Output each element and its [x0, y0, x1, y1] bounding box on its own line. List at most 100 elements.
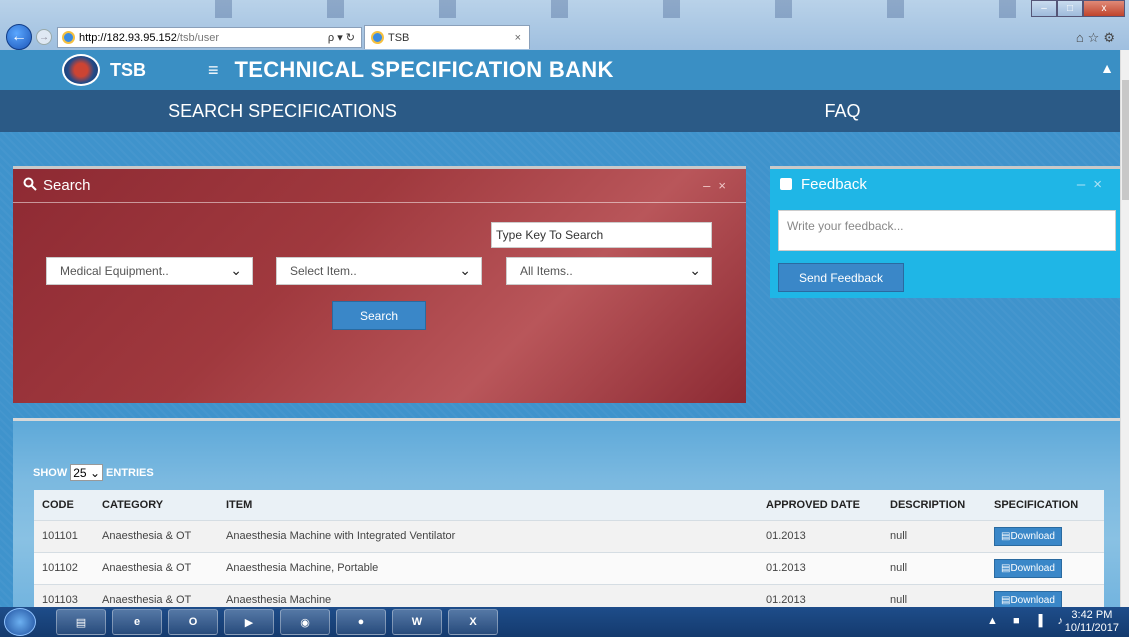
item-select[interactable]: Select Item.. ⌄ [276, 257, 482, 285]
emblem-logo [62, 54, 100, 86]
close-window-button[interactable]: x [1083, 0, 1125, 17]
page-body: Search –× Type Key To Search Medical Equ… [0, 132, 1125, 618]
chevron-down-icon: ⌄ [230, 262, 242, 278]
col-category[interactable]: CATEGORY [94, 490, 218, 520]
category-select-value: Medical Equipment.. [60, 264, 169, 278]
category-select[interactable]: Medical Equipment.. ⌄ [46, 257, 253, 285]
feedback-title: Feedback [801, 175, 867, 193]
page-length-select[interactable]: 25 ⌄ [70, 464, 103, 481]
hamburger-menu-icon[interactable]: ≡ [208, 60, 219, 81]
chevron-down-icon: ⌄ [89, 465, 100, 480]
page-title: TECHNICAL SPECIFICATION BANK [234, 57, 614, 82]
specifications-table: CODE CATEGORY ITEM APPROVED DATE DESCRIP… [34, 490, 1104, 616]
cell-code: 101102 [34, 551, 94, 584]
cell-category: Anaesthesia & OT [94, 519, 218, 552]
main-nav: SEARCH SPECIFICATIONS FAQ [0, 90, 1120, 132]
clock-time: 3:42 PM [1071, 609, 1113, 621]
forward-arrow-icon: → [39, 31, 49, 43]
minimize-button[interactable]: – [1031, 0, 1057, 17]
brand-name[interactable]: TSB [110, 60, 146, 81]
clock-date: 10/11/2017 [1064, 622, 1119, 634]
word-taskbar-button[interactable]: W [392, 609, 442, 635]
items-filter-select[interactable]: All Items.. ⌄ [506, 257, 712, 285]
col-code[interactable]: CODE [34, 490, 94, 520]
cell-category: Anaesthesia & OT [94, 551, 218, 584]
address-tools-icon[interactable]: ρ ▾ ↻ [328, 31, 355, 44]
feedback-textarea[interactable]: Write your feedback... [778, 210, 1116, 251]
feedback-panel-header: Feedback –× [770, 169, 1120, 199]
browser-tab[interactable]: TSB × [364, 25, 530, 49]
chrome-icon: ◉ [300, 616, 310, 629]
table-row: 101102 Anaesthesia & OT Anaesthesia Mach… [34, 551, 1104, 584]
keyword-search-input[interactable]: Type Key To Search [491, 222, 712, 248]
feedback-panel: Feedback –× Write your feedback... Send … [770, 166, 1120, 298]
download-button[interactable]: ▤Download [994, 558, 1062, 578]
word-icon: W [411, 616, 423, 628]
send-feedback-button[interactable]: Send Feedback [778, 263, 904, 292]
home-favorites-settings-icons[interactable]: ⌂☆⚙ [1076, 30, 1119, 46]
col-description[interactable]: DESCRIPTION [882, 490, 986, 520]
explorer-taskbar-button[interactable]: ▤ [56, 609, 106, 635]
cell-approved-date: 01.2013 [758, 519, 882, 552]
page-length-control: SHOW 25 ⌄ ENTRIES [33, 464, 154, 481]
col-item[interactable]: ITEM [218, 490, 758, 520]
search-panel-title: Search [43, 177, 91, 194]
ie-icon: e [133, 616, 141, 628]
forward-button[interactable]: → [36, 29, 52, 45]
scrollbar-thumb[interactable] [1122, 80, 1129, 200]
ie-icon [62, 31, 75, 44]
url-host: http://182.93.95.152 [79, 31, 177, 44]
excel-taskbar-button[interactable]: X [448, 609, 498, 635]
back-arrow-icon: ← [11, 28, 27, 45]
back-button[interactable]: ← [6, 24, 32, 50]
firefox-taskbar-button[interactable]: ● [336, 609, 386, 635]
browser-chrome: ← → http://182.93.95.152 /tsb/user ρ ▾ ↻… [0, 0, 1129, 50]
col-approved-date[interactable]: APPROVED DATE [758, 490, 882, 520]
excel-icon: X [469, 616, 477, 628]
items-filter-value: All Items.. [520, 264, 573, 278]
address-bar[interactable]: http://182.93.95.152 /tsb/user ρ ▾ ↻ [57, 27, 362, 48]
nav-faq[interactable]: FAQ [565, 90, 1120, 132]
media-taskbar-button[interactable]: ▶ [224, 609, 274, 635]
ie-icon [371, 31, 384, 44]
col-specification[interactable]: SPECIFICATION [986, 490, 1104, 520]
chevron-down-icon: ⌄ [459, 262, 471, 278]
search-panel: Search –× Type Key To Search Medical Equ… [13, 166, 746, 403]
chrome-taskbar-button[interactable]: ◉ [280, 609, 330, 635]
folder-icon: ▤ [75, 616, 87, 629]
cell-item: Anaesthesia Machine, Portable [218, 551, 758, 584]
user-icon[interactable]: ▲ [1100, 60, 1114, 76]
chevron-down-icon: ⌄ [689, 262, 701, 278]
table-header-row: CODE CATEGORY ITEM APPROVED DATE DESCRIP… [34, 490, 1104, 520]
firefox-icon: ● [357, 616, 365, 628]
entries-label: ENTRIES [106, 466, 154, 479]
cell-specification: ▤Download [986, 551, 1104, 584]
edit-icon [780, 178, 792, 190]
close-tab-icon[interactable]: × [515, 32, 521, 44]
windows-taskbar: ▤ e O ▶ ◉ ● W X ▲ ■ ▐ ♪ 3:42 PM 10/11/20… [0, 607, 1129, 637]
cell-description: null [882, 551, 986, 584]
taskbar-clock[interactable]: 3:42 PM 10/11/2017 [1065, 609, 1119, 635]
panel-controls-icon[interactable]: –× [703, 178, 734, 193]
cell-code: 101101 [34, 519, 94, 552]
item-select-value: Select Item.. [290, 264, 357, 278]
search-icon [23, 177, 37, 195]
app-header: TSB ≡ TECHNICAL SPECIFICATION BANK ▲ [0, 50, 1120, 90]
cell-approved-date: 01.2013 [758, 551, 882, 584]
system-tray-icons[interactable]: ▲ ■ ▐ ♪ [987, 615, 1069, 627]
nav-search-specifications[interactable]: SEARCH SPECIFICATIONS [0, 90, 565, 132]
cell-item: Anaesthesia Machine with Integrated Vent… [218, 519, 758, 552]
search-panel-header: Search –× [13, 169, 746, 203]
page-scrollbar[interactable] [1120, 50, 1129, 607]
maximize-button[interactable]: □ [1057, 0, 1083, 17]
tab-title: TSB [388, 31, 410, 44]
desktop-strip [120, 0, 1020, 18]
outlook-taskbar-button[interactable]: O [168, 609, 218, 635]
start-button[interactable] [4, 608, 36, 636]
panel-controls-icon[interactable]: –× [1077, 176, 1110, 193]
download-button[interactable]: ▤Download [994, 526, 1062, 546]
cell-description: null [882, 519, 986, 552]
ie-taskbar-button[interactable]: e [112, 609, 162, 635]
search-button[interactable]: Search [332, 301, 426, 330]
outlook-icon: O [188, 616, 198, 628]
